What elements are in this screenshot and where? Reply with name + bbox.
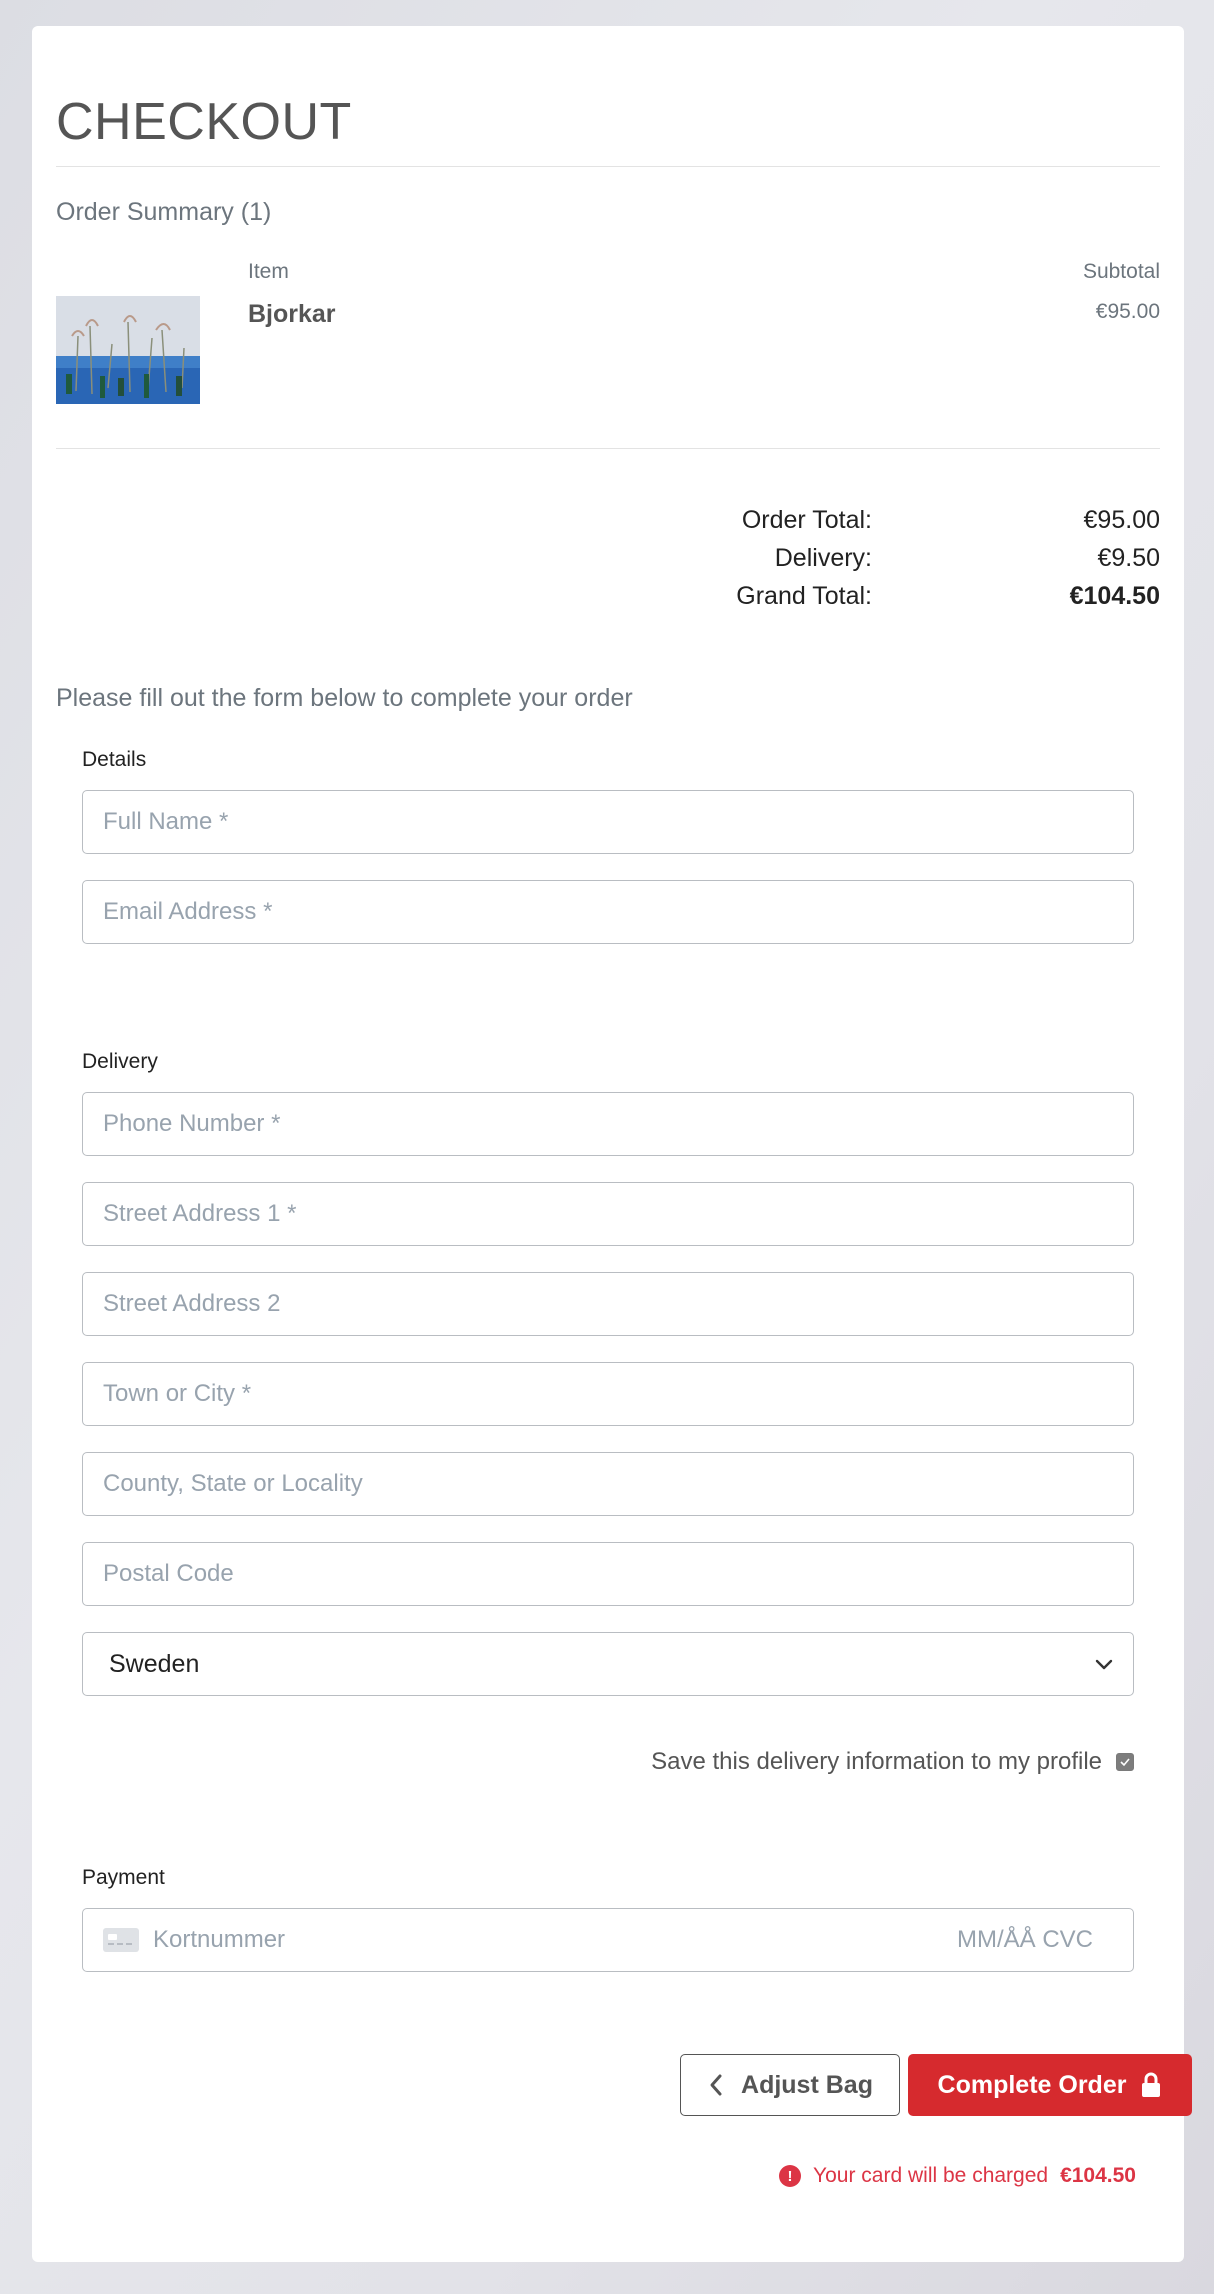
card-expiry-cvc-placeholder: MM/ÅÅ CVC [956,1926,1093,1953]
delivery-section-label: Delivery [82,1050,158,1073]
product-artwork-image [56,296,200,404]
form-instructions: Please fill out the form below to comple… [56,684,633,712]
phone-field [82,1092,1134,1156]
email-input[interactable] [83,881,1133,943]
chevron-left-icon [710,2074,722,2096]
email-field [82,880,1134,944]
charge-notice: ! Your card will be charged €104.50 [779,2164,1136,2188]
column-header-subtotal: Subtotal [1082,260,1160,283]
product-thumbnail [56,296,200,404]
checkout-card: CHECKOUT Order Summary (1) Item Subtotal… [32,26,1192,2262]
divider [56,166,1160,167]
order-total-label: Order Total: [741,506,872,534]
lock-icon [1142,2072,1161,2097]
full-name-field [82,790,1134,854]
save-info-label: Save this delivery information to my pro… [651,1748,1102,1775]
delivery-value: €9.50 [1097,544,1160,572]
county-input[interactable] [83,1453,1133,1515]
exclamation-circle-icon: ! [779,2165,802,2187]
grand-total-label: Grand Total: [736,582,872,610]
phone-input[interactable] [83,1093,1133,1155]
town-field [82,1362,1134,1426]
order-total-value: €95.00 [1083,506,1160,534]
street-address-2-input[interactable] [83,1273,1133,1335]
country-select[interactable]: Sweden [82,1632,1134,1696]
grand-total-value: €104.50 [1069,582,1160,610]
postal-code-field [82,1542,1134,1606]
adjust-bag-label: Adjust Bag [741,2070,873,2099]
adjust-bag-button[interactable]: Adjust Bag [680,2054,900,2116]
save-info-checkbox[interactable] [1116,1753,1134,1771]
street-address-1-field [82,1182,1134,1246]
payment-section-label: Payment [82,1866,165,1889]
street-address-2-field [82,1272,1134,1336]
street-address-1-input[interactable] [83,1183,1133,1245]
charge-amount: €104.50 [1060,2164,1136,2187]
card-element[interactable]: Kortnummer MM/ÅÅ CVC [82,1908,1134,1972]
details-section-label: Details [82,748,147,771]
chevron-down-icon [1095,1659,1113,1670]
delivery-row: Delivery: €9.50 [720,544,1160,578]
checkmark-icon [1120,1758,1130,1767]
postal-code-input[interactable] [83,1543,1133,1605]
town-input[interactable] [83,1363,1133,1425]
order-summary-heading: Order Summary (1) [56,198,272,226]
delivery-label: Delivery: [774,544,872,572]
item-name: Bjorkar [248,300,336,328]
save-info-row: Save this delivery information to my pro… [651,1748,1134,1776]
page-title: CHECKOUT [56,93,352,151]
full-name-input[interactable] [83,791,1133,853]
card-number-placeholder: Kortnummer [153,1926,286,1953]
country-selected-value: Sweden [109,1649,200,1678]
column-header-item: Item [248,260,289,283]
item-price: €95.00 [1095,300,1160,323]
complete-order-label: Complete Order [937,2070,1127,2099]
complete-order-button[interactable]: Complete Order [908,2054,1192,2116]
county-field [82,1452,1134,1516]
grand-total-row: Grand Total: €104.50 [720,582,1160,616]
divider [56,448,1160,449]
order-total-row: Order Total: €95.00 [720,506,1160,540]
credit-card-icon [103,1928,139,1952]
charge-text: Your card will be charged [813,2164,1049,2187]
